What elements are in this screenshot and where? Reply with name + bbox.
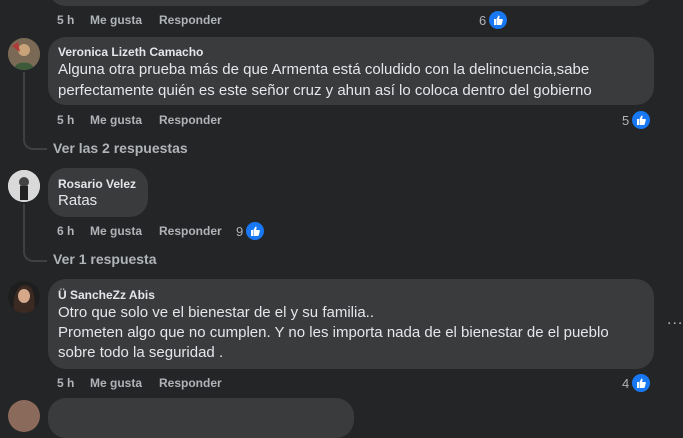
- reaction-count-value: 4: [622, 375, 630, 391]
- comment-text-line: Otro que solo ve el bienestar de el y su…: [58, 304, 374, 321]
- reaction-count[interactable]: 6: [479, 10, 509, 30]
- thread-curve: [23, 240, 47, 262]
- avatar[interactable]: [8, 170, 40, 202]
- reaction-count-value: 6: [479, 12, 487, 28]
- avatar[interactable]: [8, 281, 40, 313]
- avatar[interactable]: [8, 38, 40, 70]
- comment-text-line: Prometen algo que no cumplen. Y no les i…: [58, 324, 609, 341]
- like-button[interactable]: Me gusta: [90, 376, 142, 390]
- like-button[interactable]: Me gusta: [90, 113, 142, 127]
- like-reaction-icon: [631, 110, 652, 130]
- reaction-count[interactable]: 4: [622, 373, 652, 393]
- thread-curve: [23, 128, 47, 150]
- comment-time[interactable]: 5 h: [57, 376, 74, 390]
- comment-time[interactable]: 6 h: [57, 224, 74, 238]
- like-reaction-icon: [631, 373, 652, 393]
- like-reaction-icon: [245, 221, 266, 241]
- reaction-count-value: 9: [236, 223, 244, 239]
- comment-author[interactable]: Ü SancheZz Abis: [58, 288, 155, 302]
- more-options-icon[interactable]: ...: [667, 311, 683, 329]
- reaction-count[interactable]: 9: [236, 221, 266, 241]
- comment-time[interactable]: 5 h: [57, 113, 74, 127]
- comment-author[interactable]: Rosario Velez: [58, 177, 136, 191]
- comment-bubble: [48, 398, 354, 438]
- like-reaction-icon: [488, 10, 509, 30]
- comment-author[interactable]: Veronica Lizeth Camacho: [58, 45, 203, 59]
- view-replies-link[interactable]: Ver 1 respuesta: [53, 251, 157, 267]
- comment-bubble: [48, 0, 654, 6]
- comment-text-line: Alguna otra prueba más de que Armenta es…: [58, 61, 590, 78]
- reply-button[interactable]: Responder: [159, 13, 222, 27]
- avatar[interactable]: [8, 400, 40, 432]
- reply-button[interactable]: Responder: [159, 113, 222, 127]
- like-button[interactable]: Me gusta: [90, 224, 142, 238]
- reply-button[interactable]: Responder: [159, 376, 222, 390]
- comment-text-line: sobre todo la seguridad .: [58, 344, 224, 361]
- reaction-count[interactable]: 5: [622, 110, 652, 130]
- reaction-count-value: 5: [622, 112, 630, 128]
- like-button[interactable]: Me gusta: [90, 13, 142, 27]
- reply-button[interactable]: Responder: [159, 224, 222, 238]
- comment-time[interactable]: 5 h: [57, 13, 74, 27]
- comment-text-line: Ratas: [58, 192, 98, 209]
- view-replies-link[interactable]: Ver las 2 respuestas: [53, 140, 188, 156]
- comment-text-line: perfectamente quién es este señor cruz y…: [58, 82, 592, 99]
